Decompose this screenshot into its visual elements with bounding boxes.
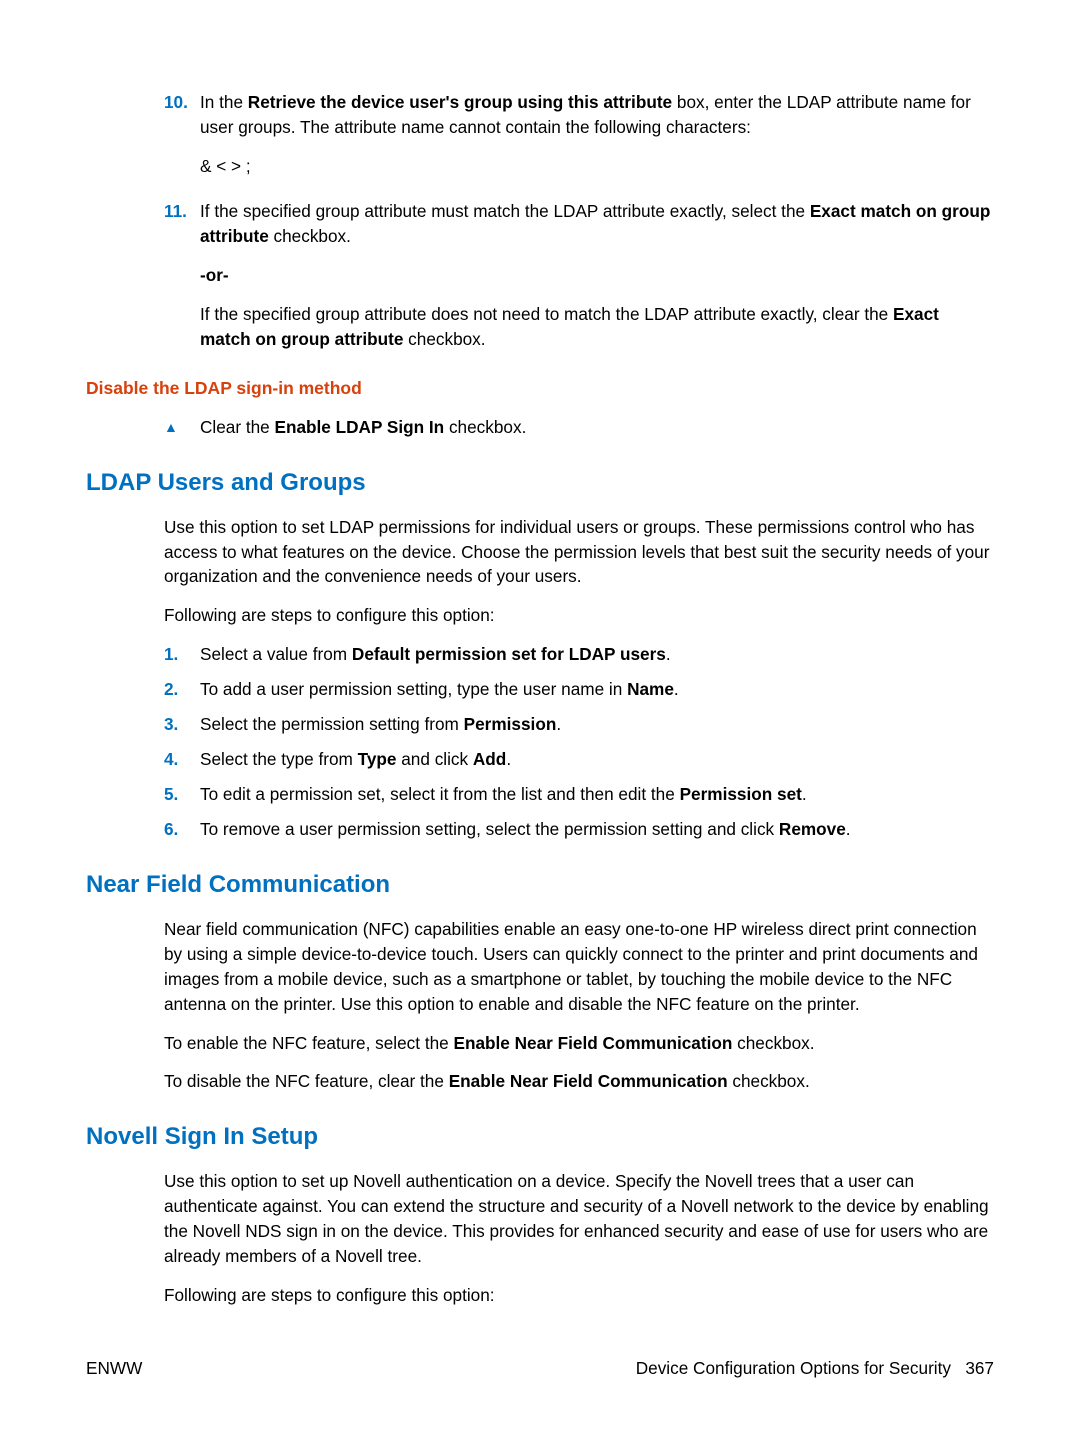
ldap-step-6-num: 6.: [164, 817, 200, 842]
step-11-text-b: checkbox.: [269, 226, 351, 246]
novell-steps-intro: Following are steps to configure this op…: [164, 1283, 994, 1308]
ldap-step-3-a: Select the permission setting from: [200, 714, 464, 734]
step-10-text-a: In the: [200, 92, 248, 112]
ldap-step-6-a: To remove a user permission setting, sel…: [200, 819, 779, 839]
ldap-step-5-a: To edit a permission set, select it from…: [200, 784, 680, 804]
ldap-step-2: To add a user permission setting, type t…: [200, 677, 994, 702]
ldap-intro: Use this option to set LDAP permissions …: [164, 515, 994, 590]
ldap-step-1-bold: Default permission set for LDAP users: [352, 644, 666, 664]
disable-step-body: Clear the Enable LDAP Sign In checkbox.: [200, 415, 994, 440]
ldap-step-6-b: .: [846, 819, 851, 839]
ldap-step-4-num: 4.: [164, 747, 200, 772]
ldap-step-5-b: .: [802, 784, 807, 804]
novell-heading: Novell Sign In Setup: [86, 1120, 994, 1155]
step-11-body: If the specified group attribute must ma…: [200, 199, 994, 352]
step-11-text-c: If the specified group attribute does no…: [200, 304, 893, 324]
footer-page-number: 367: [965, 1358, 994, 1378]
ldap-step-1-num: 1.: [164, 642, 200, 667]
ldap-step-3-bold: Permission: [464, 714, 557, 734]
step-number-10: 10.: [164, 90, 200, 189]
nfc-enable-bold: Enable Near Field Communication: [453, 1033, 732, 1053]
ldap-step-3-b: .: [556, 714, 561, 734]
nfc-enable-a: To enable the NFC feature, select the: [164, 1033, 453, 1053]
ldap-step-6-bold: Remove: [779, 819, 846, 839]
ldap-step-2-b: .: [674, 679, 679, 699]
ldap-step-4-a: Select the type from: [200, 749, 358, 769]
ldap-step-2-a: To add a user permission setting, type t…: [200, 679, 627, 699]
nfc-disable-b: checkbox.: [728, 1071, 810, 1091]
disable-ldap-heading: Disable the LDAP sign-in method: [86, 376, 994, 401]
ldap-steps-intro: Following are steps to configure this op…: [164, 603, 994, 628]
nfc-enable: To enable the NFC feature, select the En…: [164, 1031, 994, 1056]
footer-right-title: Device Configuration Options for Securit…: [636, 1358, 951, 1378]
disable-step-bold: Enable LDAP Sign In: [275, 417, 445, 437]
footer-right: Device Configuration Options for Securit…: [636, 1356, 994, 1381]
nfc-enable-b: checkbox.: [732, 1033, 814, 1053]
ldap-step-1-b: .: [666, 644, 671, 664]
ldap-step-4-bold: Type: [358, 749, 397, 769]
ldap-step-2-num: 2.: [164, 677, 200, 702]
step-11-or: -or-: [200, 263, 994, 288]
step-10-bold: Retrieve the device user's group using t…: [248, 92, 672, 112]
step-11-text-d: checkbox.: [403, 329, 485, 349]
ldap-step-3: Select the permission setting from Permi…: [200, 712, 994, 737]
novell-intro: Use this option to set up Novell authent…: [164, 1169, 994, 1269]
ldap-step-6: To remove a user permission setting, sel…: [200, 817, 994, 842]
ldap-step-3-num: 3.: [164, 712, 200, 737]
ldap-step-4-b: and click: [396, 749, 472, 769]
ldap-step-4: Select the type from Type and click Add.: [200, 747, 994, 772]
step-10-chars: & < > ;: [200, 154, 994, 179]
footer-left: ENWW: [86, 1356, 142, 1381]
ldap-step-4-c: .: [506, 749, 511, 769]
ldap-step-5-bold: Permission set: [680, 784, 802, 804]
ldap-step-5-num: 5.: [164, 782, 200, 807]
disable-step-a: Clear the: [200, 417, 275, 437]
ldap-step-4-bold2: Add: [473, 749, 506, 769]
nfc-intro: Near field communication (NFC) capabilit…: [164, 917, 994, 1017]
step-number-11: 11.: [164, 199, 200, 352]
nfc-disable: To disable the NFC feature, clear the En…: [164, 1069, 994, 1094]
step-11-text-a: If the specified group attribute must ma…: [200, 201, 810, 221]
nfc-disable-a: To disable the NFC feature, clear the: [164, 1071, 449, 1091]
ldap-step-5: To edit a permission set, select it from…: [200, 782, 994, 807]
ldap-step-1: Select a value from Default permission s…: [200, 642, 994, 667]
triangle-bullet-icon: ▲: [164, 417, 200, 442]
disable-step-b: checkbox.: [444, 417, 526, 437]
step-10-body: In the Retrieve the device user's group …: [200, 90, 994, 189]
ldap-step-1-a: Select a value from: [200, 644, 352, 664]
ldap-step-2-bold: Name: [627, 679, 674, 699]
nfc-heading: Near Field Communication: [86, 868, 994, 903]
ldap-users-groups-heading: LDAP Users and Groups: [86, 466, 994, 501]
nfc-disable-bold: Enable Near Field Communication: [449, 1071, 728, 1091]
